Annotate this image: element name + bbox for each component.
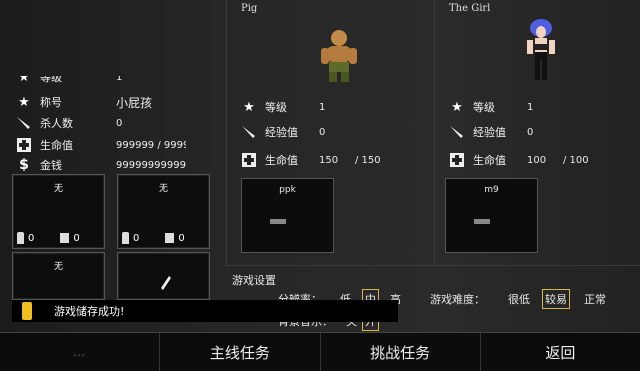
player-kills-value: 0 [116, 117, 123, 129]
player-level-value: 1 [116, 76, 123, 83]
girl-level-row: ★ 等级 1 [447, 98, 563, 116]
pig-hp-row: 生命值 150 / 150 [239, 151, 405, 169]
magazine-icon [165, 233, 175, 243]
game-screen: ★ 等级 1 ★ 称号 小屁孩 杀人数 0 生命值 999999 / 99999… [0, 0, 640, 371]
main-quest-button[interactable]: 主线任务 [159, 333, 319, 371]
exp-label: 经验值 [265, 126, 298, 139]
character-card-pig[interactable]: Pig ★ 等级 1 经验值 0 生命值 150 / 150 ppk [226, 0, 434, 265]
magazine-icon [60, 233, 70, 243]
star-icon: ★ [451, 99, 463, 115]
level-label: 等级 [473, 101, 495, 114]
character-card-girl[interactable]: The Girl ★ 等级 1 经验值 0 生命值 100 / 100 m9 [434, 0, 640, 265]
bottom-menu: … 主线任务 挑战任务 返回 [0, 332, 640, 371]
slot-mags: 0 [178, 232, 185, 244]
weapon-slot-1[interactable]: 无 0 0 [12, 174, 105, 249]
weapon-name: m9 [484, 185, 499, 195]
weapon-slot-4[interactable] [117, 252, 210, 300]
player-money-value: 99999999999 [116, 159, 186, 171]
pig-exp-row: 经验值 0 [239, 123, 355, 141]
player-hp-value: 999999 / 999999 [116, 139, 186, 151]
player-level-row: ★ 等级 1 [14, 76, 122, 86]
slot-ammo: 0 [133, 232, 140, 244]
health-cross-icon [239, 152, 259, 168]
knife-icon [447, 124, 467, 140]
toast-message: 游戏储存成功! [54, 305, 125, 318]
girl-hp-row: 生命值 100 / 100 [447, 151, 613, 169]
health-cross-icon [447, 152, 467, 168]
pistol-icon [474, 219, 490, 224]
pig-weapon-slot[interactable]: ppk [241, 178, 334, 253]
pig-level-row: ★ 等级 1 [239, 98, 355, 116]
hp-label: 生命值 [265, 154, 298, 167]
player-hp-label: 生命值 [40, 139, 73, 152]
hp-label: 生命值 [473, 154, 506, 167]
exp-label: 经验值 [473, 126, 506, 139]
slot-name: 无 [53, 184, 63, 194]
player-panel: ★ 等级 1 ★ 称号 小屁孩 杀人数 0 生命值 999999 / 99999… [0, 0, 226, 332]
slot-ammo-row: 0 0 [17, 232, 80, 244]
level-value: 1 [527, 101, 534, 113]
difficulty-normal[interactable]: 正常 [582, 290, 608, 308]
slot-ammo: 0 [28, 232, 35, 244]
hp-max-value: / 100 [563, 154, 589, 166]
star-icon: ★ [18, 94, 30, 110]
girl-sprite [521, 18, 561, 89]
hp-value: 100 [527, 154, 547, 166]
player-kills-row: 杀人数 0 [14, 114, 122, 132]
knife-item-icon [158, 275, 172, 294]
player-hp-row: 生命值 999999 / 999999 [14, 136, 186, 154]
back-button[interactable]: 返回 [479, 333, 640, 371]
bullet-icon [122, 232, 129, 244]
girl-weapon-slot[interactable]: m9 [445, 178, 538, 253]
slot-mags: 0 [73, 232, 80, 244]
knife-icon [14, 115, 34, 131]
pig-sprite [317, 28, 361, 87]
exp-value: 0 [527, 126, 534, 138]
knife-icon [239, 124, 259, 140]
slot-ammo-row: 0 0 [122, 232, 185, 244]
challenge-quest-button[interactable]: 挑战任务 [319, 333, 480, 371]
player-kills-label: 杀人数 [40, 117, 73, 130]
player-money-row: $ 金钱 99999999999 [14, 156, 186, 174]
level-star-icon: ★ [18, 76, 30, 85]
level-value: 1 [319, 101, 326, 113]
player-level-label: 等级 [40, 76, 62, 84]
level-label: 等级 [265, 101, 287, 114]
exp-value: 0 [319, 126, 326, 138]
difficulty-easy[interactable]: 较易 [542, 289, 570, 309]
dollar-icon: $ [19, 157, 29, 173]
weapon-slot-3[interactable]: 无 [12, 252, 105, 300]
player-title-value: 小屁孩 [116, 95, 153, 110]
player-money-label: 金钱 [40, 159, 62, 172]
warning-icon [22, 302, 32, 320]
hp-max-value: / 150 [355, 154, 381, 166]
save-toast: 游戏储存成功! [12, 300, 398, 322]
weapon-name: ppk [279, 185, 296, 195]
health-cross-icon [14, 137, 34, 153]
weapon-slot-2[interactable]: 无 0 0 [117, 174, 210, 249]
difficulty-very-low[interactable]: 很低 [506, 290, 532, 308]
difficulty-label: 游戏难度： [430, 293, 485, 306]
slot-name: 无 [158, 184, 168, 194]
player-title-row: ★ 称号 小屁孩 [14, 93, 152, 111]
player-title-label: 称号 [40, 96, 62, 109]
hp-value: 150 [319, 154, 339, 166]
star-icon: ★ [243, 99, 255, 115]
character-name: Pig [241, 3, 258, 14]
menu-item-hidden[interactable]: … [0, 333, 159, 371]
pistol-icon [270, 219, 286, 224]
settings-title: 游戏设置 [232, 274, 276, 287]
slot-name: 无 [53, 262, 63, 272]
character-name: The Girl [449, 3, 491, 14]
girl-exp-row: 经验值 0 [447, 123, 563, 141]
bullet-icon [17, 232, 24, 244]
